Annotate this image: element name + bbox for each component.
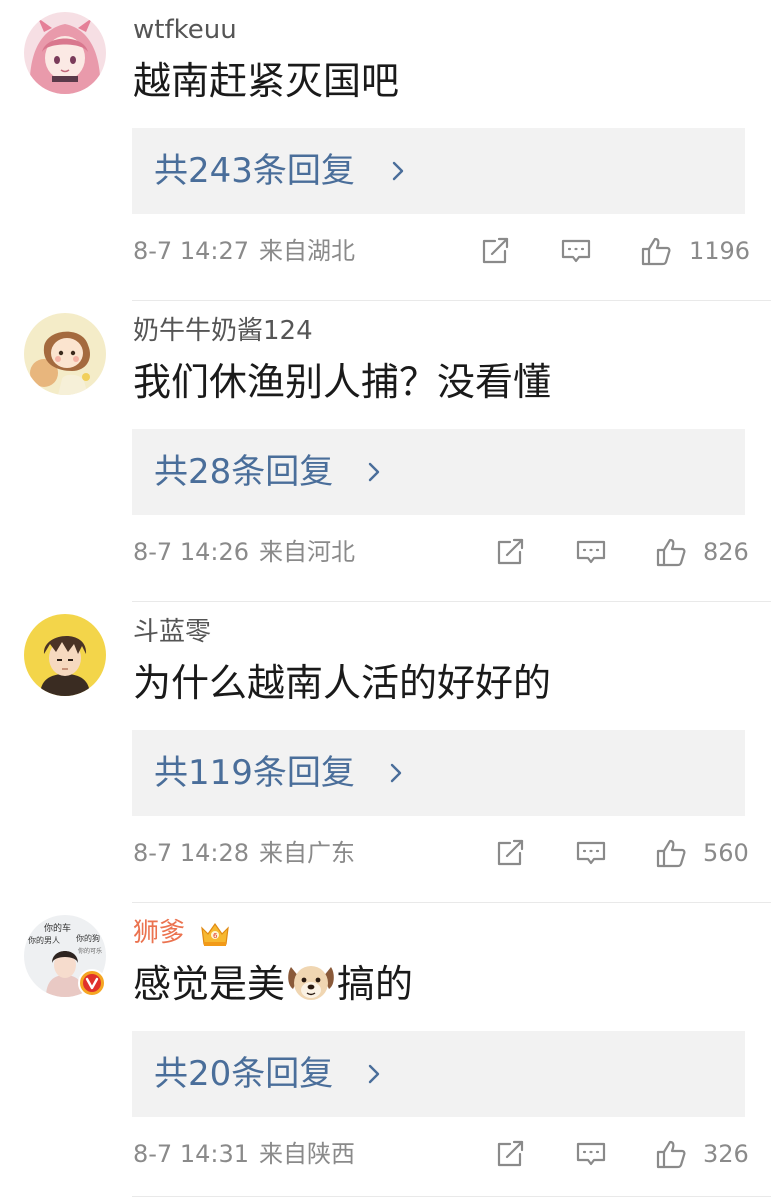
svg-text:6: 6 <box>213 932 218 940</box>
username[interactable]: 狮爹 6 <box>133 917 231 949</box>
view-replies-button[interactable]: 共28条回复 <box>132 429 745 515</box>
comment-location: 来自河北 <box>259 538 355 566</box>
comment-location: 来自陕西 <box>259 1140 355 1168</box>
comment-time: 8-7 14:26 <box>133 538 249 566</box>
reply-count-label: 共119条回复 <box>154 753 355 793</box>
comment-text-part: 感觉是美 <box>133 962 286 1006</box>
comment-text: 感觉是美 搞的 <box>133 959 413 1009</box>
like-count[interactable]: 326 <box>703 1139 749 1169</box>
share-icon[interactable] <box>494 537 526 567</box>
view-replies-button[interactable]: 共243条回复 <box>132 128 745 214</box>
like-count[interactable]: 1196 <box>689 236 750 266</box>
comment-text: 为什么越南人活的好好的 <box>133 661 552 705</box>
share-icon[interactable] <box>494 838 526 868</box>
comment-meta: 8-7 14:26 来自河北 <box>133 537 355 567</box>
username[interactable]: wtfkeuu <box>133 14 237 46</box>
like-icon[interactable] <box>640 236 672 266</box>
avatar-text: 你的车 <box>44 922 71 934</box>
comment-text-part: 搞的 <box>337 962 414 1006</box>
comment-meta: 8-7 14:31 来自陕西 <box>133 1139 355 1169</box>
reply-count-label: 共28条回复 <box>154 452 334 492</box>
reply-count-label: 共243条回复 <box>154 151 355 191</box>
comment-item: wtfkeuu 越南赶紧灭国吧 共243条回复 8-7 14:27 来自湖北 11… <box>0 0 771 301</box>
comment-text: 越南赶紧灭国吧 <box>133 59 400 103</box>
comment-meta: 8-7 14:27 来自湖北 <box>133 236 355 266</box>
like-count[interactable]: 826 <box>703 537 749 567</box>
comment-time: 8-7 14:27 <box>133 237 249 265</box>
avatar-text: 你的男人 <box>28 935 60 945</box>
like-icon[interactable] <box>655 838 687 868</box>
reply-count-label: 共20条回复 <box>154 1054 334 1094</box>
verified-v-badge-icon <box>78 969 106 997</box>
comment-time: 8-7 14:31 <box>133 1140 249 1168</box>
comment-icon[interactable] <box>575 1139 607 1169</box>
comment-location: 来自广东 <box>259 839 355 867</box>
dog-face-emoji-icon <box>288 966 334 1000</box>
comment-meta: 8-7 14:28 来自广东 <box>133 838 355 868</box>
comment-icon[interactable] <box>575 537 607 567</box>
cartoon-girl-avatar-icon <box>24 313 106 395</box>
chevron-right-icon <box>368 1064 380 1084</box>
like-icon[interactable] <box>655 1139 687 1169</box>
like-icon[interactable] <box>655 537 687 567</box>
comment-text: 我们休渔别人捕？没看懂 <box>133 360 552 404</box>
comment-item: 斗蓝零 为什么越南人活的好好的 共119条回复 8-7 14:28 来自广东 56… <box>0 602 771 903</box>
user-avatar[interactable] <box>24 12 106 94</box>
comment-time: 8-7 14:28 <box>133 839 249 867</box>
user-avatar[interactable] <box>24 313 106 395</box>
like-count[interactable]: 560 <box>703 838 749 868</box>
avatar-text: 你的狗 <box>76 933 100 943</box>
share-icon[interactable] <box>494 1139 526 1169</box>
username-text: 狮爹 <box>133 918 186 948</box>
avatar-text: 你的可乐 <box>78 947 102 955</box>
comment-location: 来自湖北 <box>259 237 355 265</box>
chevron-right-icon <box>368 462 380 482</box>
comment-icon[interactable] <box>560 236 592 266</box>
username[interactable]: 奶牛牛奶酱124 <box>133 315 313 347</box>
username[interactable]: 斗蓝零 <box>133 616 211 648</box>
view-replies-button[interactable]: 共119条回复 <box>132 730 745 816</box>
comment-item: 你的车 你的男人 你的狗 你的可乐 狮爹 6 感觉是美 搞的 共20条回复 8-… <box>0 903 771 1204</box>
view-replies-button[interactable]: 共20条回复 <box>132 1031 745 1117</box>
chevron-right-icon <box>390 763 402 783</box>
comment-icon[interactable] <box>575 838 607 868</box>
comment-item: 奶牛牛奶酱124 我们休渔别人捕？没看懂 共28条回复 8-7 14:26 来自河… <box>0 301 771 602</box>
share-icon[interactable] <box>479 236 511 266</box>
chevron-right-icon <box>392 161 404 181</box>
divider <box>132 1196 771 1197</box>
vip-crown-icon: 6 <box>201 922 230 946</box>
anime-pink-hair-avatar-icon <box>24 12 106 94</box>
anime-boy-avatar-icon <box>24 614 106 696</box>
user-avatar[interactable] <box>24 614 106 696</box>
